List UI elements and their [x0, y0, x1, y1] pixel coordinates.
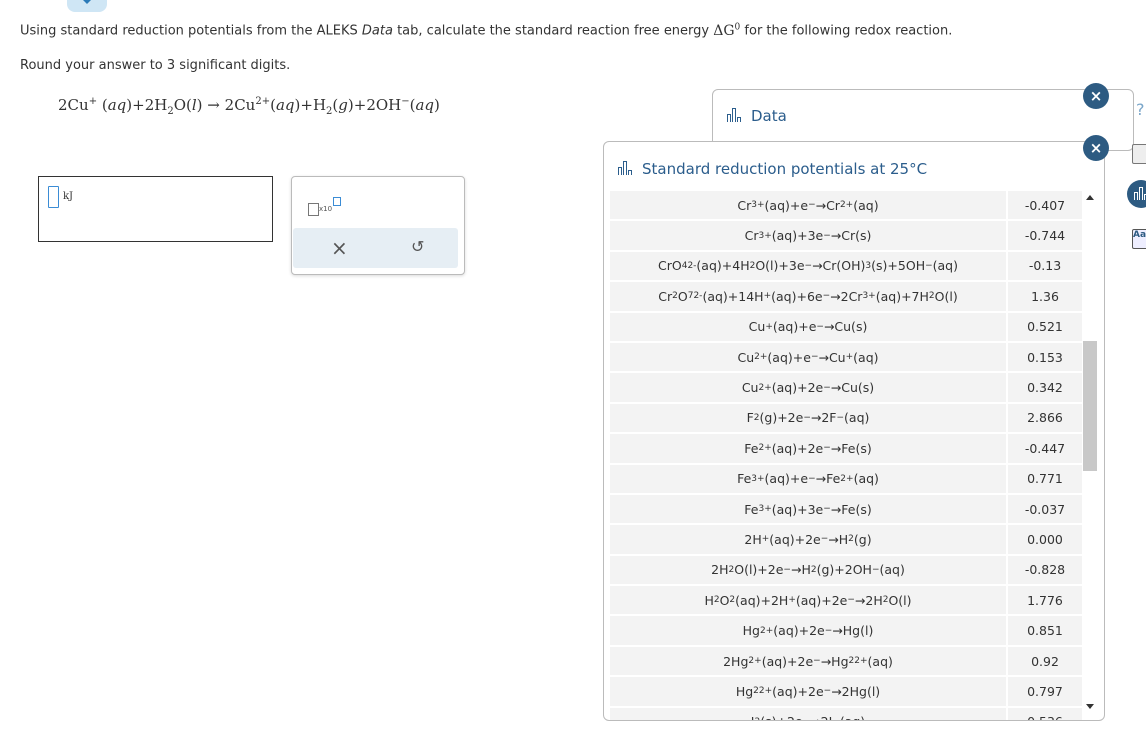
- table-row: Fe 3+ (aq)+e − →Fe 2+ (aq) 0.771: [610, 464, 1082, 495]
- half-reaction: H 2 O 2 (aq)+2H + (aq)+2e − →2H 2 O(l): [610, 586, 1006, 615]
- half-reaction: Fe 3+ (aq)+e − →Fe 2+ (aq): [610, 464, 1006, 493]
- clear-button[interactable]: ×: [331, 236, 348, 260]
- half-reaction: Cu 2+ (aq)+e − →Cu + (aq): [610, 342, 1006, 372]
- potential-value: -0.744: [1008, 221, 1082, 250]
- scroll-down-icon[interactable]: [1086, 704, 1094, 709]
- half-reaction: F 2 (g)+2e − →2F − (aq): [610, 403, 1006, 433]
- table-row: Cu 2+ (aq)+2e − →Cu(s) 0.342: [610, 373, 1082, 404]
- mantissa-box-icon: [308, 203, 319, 216]
- half-reaction: Fe 2+ (aq)+2e − →Fe(s): [610, 434, 1006, 463]
- potential-value: 0.851: [1008, 616, 1082, 645]
- potential-value: 0.521: [1008, 312, 1082, 341]
- rounding-instruction: Round your answer to 3 significant digit…: [20, 58, 291, 73]
- math-tool-panel: x10 × ↺: [291, 176, 465, 275]
- table-row: Cr 3+ (aq)+e − →Cr 2+ (aq) -0.407: [610, 191, 1082, 222]
- data-tab-title[interactable]: Data: [727, 107, 787, 125]
- half-reaction: CrO 4 2- (aq)+4H 2 O(l)+3e − →Cr(OH) 3 (s)+5OH − (a…: [610, 251, 1006, 281]
- table-row: Hg 2 2+ (aq)+2e − →2Hg(l) 0.797: [610, 677, 1082, 708]
- answer-input[interactable]: kJ: [38, 176, 273, 242]
- potential-value: -0.447: [1008, 434, 1082, 463]
- half-reaction: Cr 3+ (aq)+3e − →Cr(s): [610, 221, 1006, 250]
- close-data-button[interactable]: ×: [1083, 83, 1109, 109]
- table-row: Cr 2 O 7 2- (aq)+14H + (aq)+6e − →2Cr 3+ (aq)+7H 2 O(…: [610, 282, 1082, 313]
- undo-button[interactable]: ↺: [411, 237, 424, 256]
- potential-value: -0.407: [1008, 191, 1082, 220]
- close-table-button[interactable]: ×: [1083, 135, 1109, 161]
- help-icon[interactable]: ?: [1136, 100, 1145, 119]
- half-reaction: Hg 2+ (aq)+2e − →Hg(l): [610, 616, 1006, 645]
- half-reaction: Fe 3+ (aq)+3e − →Fe(s): [610, 494, 1006, 524]
- half-reaction: Cu + (aq)+e − →Cu(s): [610, 312, 1006, 341]
- delta-g-symbol: ΔG0: [713, 22, 741, 39]
- potential-value: 0.92: [1008, 646, 1082, 676]
- table-row: CrO 4 2- (aq)+4H 2 O(l)+3e − →Cr(OH) 3 (s)+5OH − (a…: [610, 251, 1082, 283]
- input-cursor[interactable]: [48, 186, 59, 208]
- potential-value: 0.000: [1008, 525, 1082, 554]
- table-row: Hg 2+ (aq)+2e − →Hg(l) 0.851: [610, 616, 1082, 647]
- half-reaction: 2Hg 2+ (aq)+2e − →Hg 2 2+ (aq): [610, 646, 1006, 676]
- table-title: Standard reduction potentials at 25°C: [618, 160, 927, 178]
- redox-equation: 2Cu+ (aq)+2H2O(l) → 2Cu2+(aq)+H2(g)+2OH−…: [58, 96, 440, 117]
- potentials-table: Cr 3+ (aq)+e − →Cr 2+ (aq) -0.407 Cr 3+ (aq)+3e − →C…: [610, 191, 1082, 720]
- exponent-box-icon: [333, 197, 341, 206]
- table-row: 2Hg 2+ (aq)+2e − →Hg 2 2+ (aq) 0.92: [610, 646, 1082, 678]
- table-row: 2H 2 O(l)+2e − →H 2 (g)+2OH − (aq) -0.828: [610, 555, 1082, 587]
- table-scrollbar[interactable]: [1081, 191, 1099, 713]
- table-row: F 2 (g)+2e − →2F − (aq) 2.866: [610, 403, 1082, 435]
- potential-value: 2.866: [1008, 403, 1082, 433]
- table-row: I2(s)+2e−→2I−(aq)0.536: [610, 707, 1082, 720]
- potential-value: 1.776: [1008, 586, 1082, 615]
- table-row: H 2 O 2 (aq)+2H + (aq)+2e − →2H 2 O(l) 1.776: [610, 586, 1082, 617]
- half-reaction: Cr 3+ (aq)+e − →Cr 2+ (aq): [610, 191, 1006, 220]
- potential-value: 0.536: [1008, 707, 1082, 720]
- periodic-table-icon[interactable]: Aa: [1132, 229, 1146, 249]
- potential-value: 1.36: [1008, 282, 1082, 311]
- answer-unit: kJ: [63, 191, 74, 202]
- scroll-thumb[interactable]: [1083, 341, 1097, 471]
- scroll-up-icon[interactable]: [1086, 195, 1094, 200]
- half-reaction: Cr 2 O 7 2- (aq)+14H + (aq)+6e − →2Cr 3+ (aq)+7H 2 O(…: [610, 282, 1006, 311]
- table-row: Fe 3+ (aq)+3e − →Fe(s) -0.037: [610, 494, 1082, 526]
- potential-value: -0.037: [1008, 494, 1082, 524]
- half-reaction: Hg 2 2+ (aq)+2e − →2Hg(l): [610, 677, 1006, 706]
- half-reaction: 2H 2 O(l)+2e − →H 2 (g)+2OH − (aq): [610, 555, 1006, 585]
- table-row: Cu 2+ (aq)+e − →Cu + (aq) 0.153: [610, 342, 1082, 374]
- potential-value: -0.828: [1008, 555, 1082, 585]
- bar-chart-icon: [618, 161, 636, 175]
- half-reaction: 2H + (aq)+2e − →H 2 (g): [610, 525, 1006, 554]
- data-tab-icon[interactable]: [1127, 180, 1146, 208]
- potential-value: 0.771: [1008, 464, 1082, 493]
- table-row: Fe 2+ (aq)+2e − →Fe(s) -0.447: [610, 434, 1082, 465]
- calculator-icon[interactable]: [1132, 144, 1146, 164]
- potential-value: -0.13: [1008, 251, 1082, 281]
- question-text: Using standard reduction potentials from…: [20, 22, 953, 39]
- potential-value: 0.342: [1008, 373, 1082, 402]
- chevron-down-icon: [81, 0, 93, 4]
- collapse-tab[interactable]: [67, 0, 107, 12]
- table-row: Cu + (aq)+e − →Cu(s) 0.521: [610, 312, 1082, 343]
- half-reaction: I2(s)+2e−→2I−(aq): [610, 707, 1006, 720]
- table-row: Cr 3+ (aq)+3e − →Cr(s) -0.744: [610, 221, 1082, 252]
- table-row: 2H + (aq)+2e − →H 2 (g) 0.000: [610, 525, 1082, 556]
- tool-button-bar: × ↺: [293, 228, 458, 268]
- reduction-potentials-panel: Standard reduction potentials at 25°C Cr…: [603, 141, 1105, 721]
- bar-chart-icon: [727, 108, 745, 122]
- half-reaction: Cu 2+ (aq)+2e − →Cu(s): [610, 373, 1006, 402]
- potential-value: 0.797: [1008, 677, 1082, 706]
- potential-value: 0.153: [1008, 342, 1082, 372]
